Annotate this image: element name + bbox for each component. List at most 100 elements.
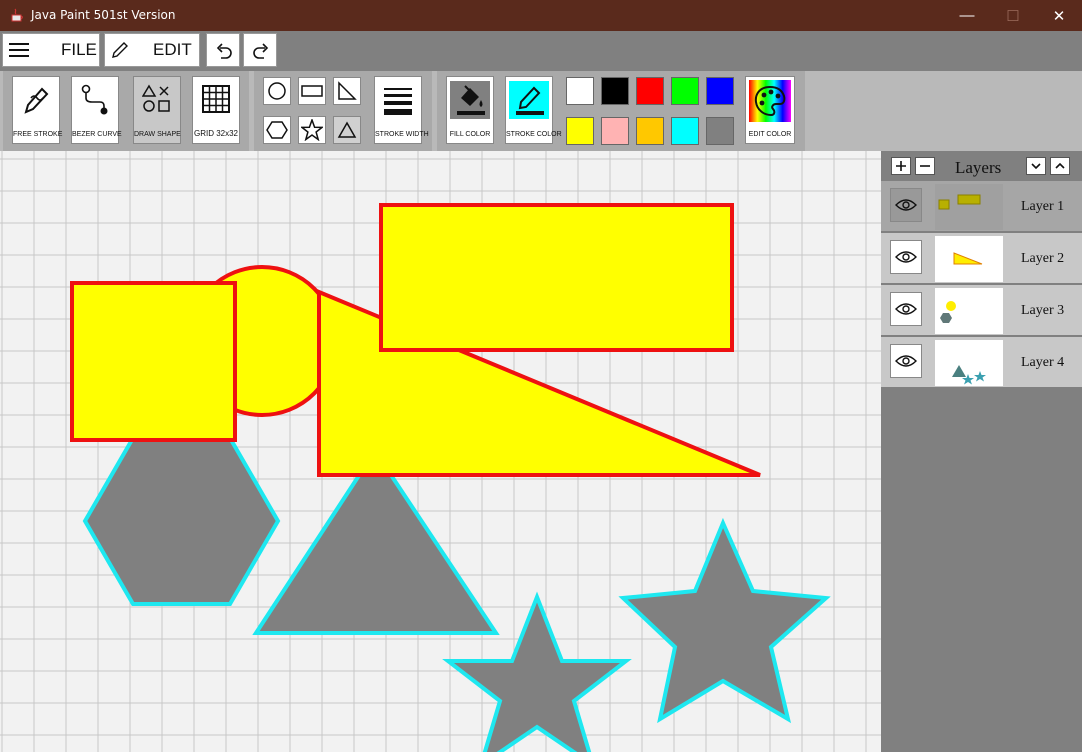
draw-shape-tool[interactable]: DRAW SHAPE [133, 76, 181, 144]
star-shape[interactable] [618, 517, 831, 724]
layer-row-4[interactable]: Layer 4 [881, 337, 1082, 387]
color-swatch[interactable] [706, 77, 734, 105]
triangle-shape[interactable] [252, 447, 500, 635]
move-layer-down-button[interactable] [1026, 157, 1046, 175]
layer-row-2[interactable]: Layer 2 [881, 233, 1082, 283]
remove-layer-button[interactable] [915, 157, 935, 175]
layer-name: Layer 3 [1021, 303, 1065, 318]
toolbar: FREE STROKE BEZER CURVE DRAW SHAPE GRID … [0, 71, 1082, 151]
eye-icon [895, 199, 917, 211]
edit-menu-button[interactable]: EDIT [104, 33, 200, 67]
color-swatch[interactable] [706, 117, 734, 145]
layer-visibility-toggle[interactable] [890, 344, 922, 378]
layer-4-shapes [252, 447, 831, 752]
eye-icon [895, 355, 917, 367]
undo-icon [216, 43, 232, 59]
redo-button[interactable] [243, 33, 277, 67]
grid-label: GRID 32x32 [193, 129, 239, 138]
layer-visibility-toggle[interactable] [890, 188, 922, 222]
layer-row-1[interactable]: Layer 1 [881, 181, 1082, 231]
triangle-icon [337, 121, 357, 138]
layer-thumbnail [935, 340, 1003, 386]
layer-row-3[interactable]: Layer 3 [881, 285, 1082, 335]
stroke-color-label: STROKE COLOR [506, 131, 562, 138]
file-menu-label: FILE [61, 40, 97, 59]
hexagon-shape-button[interactable] [263, 116, 291, 144]
pencil-icon [112, 42, 128, 58]
layer-name: Layer 4 [1021, 355, 1065, 370]
grid-icon [202, 85, 230, 113]
stroke-width-tool[interactable]: STROKE WIDTH [374, 76, 429, 144]
window-title: Java Paint 501st Version [31, 8, 176, 22]
edit-menu-label: EDIT [153, 40, 192, 59]
layer-name: Layer 2 [1021, 251, 1065, 266]
chevron-down-icon [1031, 163, 1041, 170]
layers-title: Layers [955, 158, 1002, 177]
free-stroke-tool[interactable]: FREE STROKE [12, 76, 63, 144]
circle-shape-button[interactable] [263, 77, 291, 105]
color-swatch[interactable] [636, 117, 664, 145]
draw-shape-label: DRAW SHAPE [134, 131, 181, 138]
hexagon-icon [266, 121, 288, 139]
layer-visibility-toggle[interactable] [890, 292, 922, 326]
add-layer-button[interactable] [891, 157, 911, 175]
bezier-curve-label: BEZER CURVE [72, 131, 122, 138]
stroke-width-label: STROKE WIDTH [375, 131, 429, 138]
layer-thumbnail [935, 236, 1003, 282]
fill-color-tool[interactable]: FILL COLOR [446, 76, 494, 144]
menu-bar: FILE EDIT [0, 31, 1082, 71]
free-stroke-icon [24, 87, 49, 114]
fill-color-label: FILL COLOR [449, 131, 491, 138]
triangle-shape-button[interactable] [333, 116, 361, 144]
eye-icon [895, 251, 917, 263]
canvas-drawing[interactable] [0, 151, 881, 752]
hexagon-shape[interactable] [82, 436, 281, 606]
circle-icon [268, 82, 286, 100]
minimize-button[interactable]: — [944, 0, 990, 31]
redo-icon [253, 43, 269, 59]
color-tool-group: FILL COLOR STROKE COLOR EDIT COLOR [437, 71, 805, 151]
rectangle-icon [301, 85, 323, 97]
minus-icon [920, 165, 930, 167]
layer-thumbnail [935, 288, 1003, 334]
edit-color-label: EDIT COLOR [748, 131, 792, 138]
color-swatch[interactable] [671, 77, 699, 105]
drawing-canvas[interactable] [0, 151, 881, 752]
chevron-up-icon [1055, 162, 1065, 169]
shape-tool-group: STROKE WIDTH [254, 71, 432, 151]
color-swatch[interactable] [636, 77, 664, 105]
grid-toggle-tool[interactable]: GRID 32x32 [192, 76, 240, 144]
layers-header: Layers [881, 151, 1082, 180]
right-triangle-icon [338, 81, 357, 100]
undo-button[interactable] [206, 33, 240, 67]
maximize-button[interactable]: ☐ [990, 0, 1036, 31]
stroke-color-tool[interactable]: STROKE COLOR [505, 76, 562, 144]
mode-tool-group: FREE STROKE BEZER CURVE DRAW SHAPE GRID … [3, 71, 249, 151]
bezier-curve-tool[interactable]: BEZER CURVE [71, 76, 122, 144]
bezier-curve-icon [81, 84, 108, 115]
color-swatch[interactable] [601, 77, 629, 105]
square-shape[interactable] [70, 281, 237, 442]
plus-icon [896, 161, 906, 171]
layers-panel: Layers Layer 1 Layer 2 Layer 3 Layer 4 [881, 151, 1082, 752]
edit-color-tool[interactable]: EDIT COLOR [745, 76, 795, 144]
star-shape-button[interactable] [298, 116, 326, 144]
color-swatch[interactable] [671, 117, 699, 145]
rectangle-shape-button[interactable] [298, 77, 326, 105]
free-stroke-label: FREE STROKE [13, 131, 63, 138]
layer-visibility-toggle[interactable] [890, 240, 922, 274]
right-triangle-shape-button[interactable] [333, 77, 361, 105]
stroke-width-icon [384, 88, 412, 115]
file-menu-button[interactable]: FILE [2, 33, 100, 67]
move-layer-up-button[interactable] [1050, 157, 1070, 175]
rectangle-shape[interactable] [379, 203, 734, 352]
color-swatch[interactable] [566, 77, 594, 105]
layer-name: Layer 1 [1021, 199, 1065, 214]
paint-bucket-icon [457, 85, 485, 115]
title-bar: Java Paint 501st Version — ☐ ✕ [0, 0, 1082, 31]
stroke-pen-icon [516, 86, 544, 115]
close-button[interactable]: ✕ [1036, 0, 1082, 31]
star-icon [301, 119, 323, 141]
color-swatch[interactable] [601, 117, 629, 145]
color-swatch[interactable] [566, 117, 594, 145]
